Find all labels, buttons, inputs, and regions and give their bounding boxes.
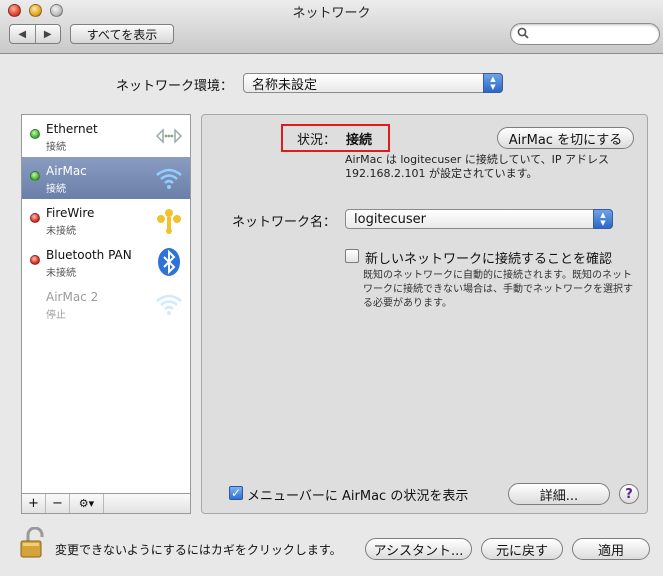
airmac-off-button[interactable]: AirMac を切にする [497,127,634,149]
popup-arrows-icon: ▲ ▼ [593,209,613,229]
assistant-button[interactable]: アシスタント... [365,538,472,560]
show-in-menubar-label: メニューバーに AirMac の状況を表示 [247,489,469,504]
revert-button[interactable]: 元に戻す [481,538,563,560]
lock-label: 変更できないようにするにはカギをクリックします。 [55,543,342,557]
status-dot-red [30,213,40,223]
title-bar: ネットワーク ◀ ▶ すべてを表示 [0,0,663,54]
service-name: AirMac [46,164,87,178]
wifi-icon [156,294,182,315]
service-status: 停止 [46,310,66,321]
ask-join-checkbox[interactable] [345,249,359,263]
service-status: 未接続 [46,268,76,279]
gear-icon[interactable]: ⚙▾ [70,494,104,513]
show-in-menubar-checkbox[interactable]: ✓ [229,486,243,500]
lock-icon[interactable] [19,527,47,559]
location-popup[interactable]: 名称未設定 ▲ ▼ [243,73,503,93]
status-label: 状況： [297,132,337,148]
wifi-icon [156,168,182,189]
nav-buttons: ◀ ▶ [9,24,61,44]
apply-button[interactable]: 適用 [572,538,650,560]
ask-join-label: 新しいネットワークに接続することを確認 [365,252,613,267]
service-item-ethernet[interactable]: Ethernet 接続 [22,115,190,157]
firewire-icon [157,209,181,234]
ask-join-desc-line: る必要があります。 [363,298,452,309]
description-line: AirMac は logitecuser に接続していて、IP アドレス [345,153,609,166]
service-list: Ethernet 接続 AirMac 接続 FireWire 未接続 Bluet… [21,114,191,494]
service-name: AirMac 2 [46,290,99,304]
remove-service-button[interactable]: − [46,494,70,513]
forward-button[interactable]: ▶ [34,25,61,43]
service-item-firewire[interactable]: FireWire 未接続 [22,199,190,241]
add-service-button[interactable]: + [22,494,46,513]
network-name-value: logitecuser [354,211,427,227]
service-name: Ethernet [46,122,98,136]
service-item-airmac[interactable]: AirMac 接続 [22,157,190,199]
ask-join-desc-line: ワークに接続できない場合は、手動でネットワークを選択す [363,284,633,295]
service-status: 接続 [46,142,66,153]
search-icon [517,27,529,39]
advanced-button[interactable]: 詳細... [508,483,610,505]
search-input[interactable] [510,23,660,45]
status-description: AirMac は logitecuser に接続していて、IP アドレス 192… [345,153,609,181]
service-item-airmac-2[interactable]: AirMac 2 停止 [22,283,190,325]
service-name: Bluetooth PAN [46,248,132,262]
location-value: 名称未設定 [252,77,318,93]
network-name-popup[interactable]: logitecuser ▲ ▼ [345,209,613,229]
service-list-footer: + − ⚙▾ [21,494,191,514]
ask-join-description: 既知のネットワークに自動的に接続されます。既知のネット ワークに接続できない場合… [363,269,633,311]
bluetooth-icon [158,248,180,276]
description-line: 192.168.2.101 が設定されています。 [345,167,538,180]
status-value: 接続 [346,132,373,148]
service-status: 未接続 [46,226,76,237]
status-box: 状況： 接続 [281,124,390,152]
network-name-label: ネットワーク名： [232,215,337,230]
service-status: 接続 [46,184,66,195]
status-dot-green [30,171,40,181]
status-dot-green [30,129,40,139]
service-item-bluetooth-pan[interactable]: Bluetooth PAN 未接続 [22,241,190,283]
ethernet-icon [155,128,183,144]
back-button[interactable]: ◀ [10,25,35,43]
ask-join-desc-line: 既知のネットワークに自動的に接続されます。既知のネット [363,270,632,281]
location-label: ネットワーク環境： [116,79,234,94]
popup-arrows-icon: ▲ ▼ [483,73,503,93]
service-name: FireWire [46,206,95,220]
window-title: ネットワーク [292,6,371,21]
show-all-button[interactable]: すべてを表示 [70,24,174,44]
help-button[interactable]: ? [619,484,639,504]
status-dot-red [30,255,40,265]
